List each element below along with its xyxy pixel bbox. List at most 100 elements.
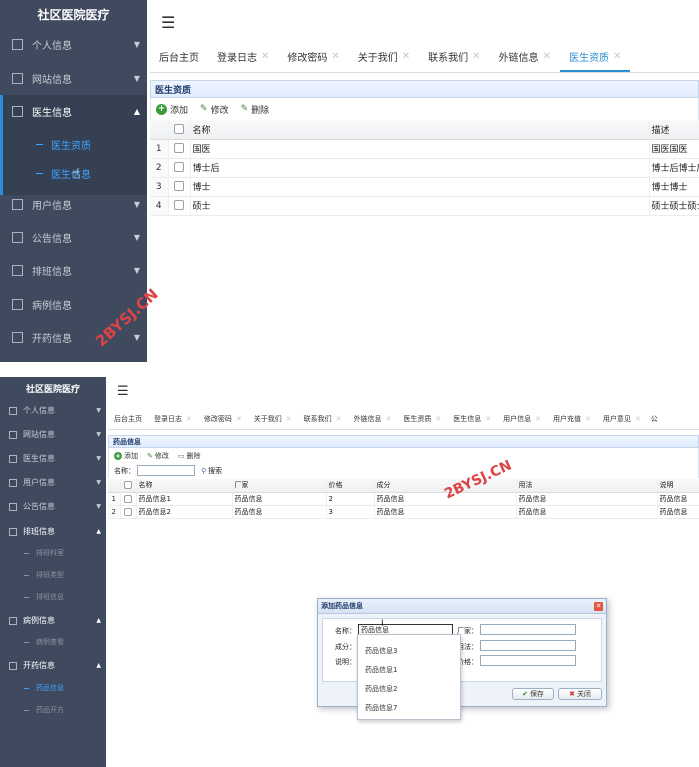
select-all-checkbox[interactable] — [174, 124, 184, 134]
close-icon[interactable]: ✕ — [585, 415, 591, 423]
table-row[interactable]: 2 药品信息2 药品信息 3 药品信息 药品信息 药品信息 — [108, 505, 699, 519]
save-button[interactable]: ✔ 保存 — [512, 688, 554, 700]
close-icon[interactable]: ✕ — [613, 51, 621, 62]
sidebar-item-case[interactable]: 病例信息 ▲ — [9, 615, 101, 626]
tab-about[interactable]: 关于我们 ✕ — [349, 49, 419, 72]
document-icon — [12, 73, 23, 84]
delete-button[interactable]: ✎ 删除 — [241, 103, 270, 116]
sidebar-item-user[interactable]: 用户信息 ▼ — [12, 197, 140, 212]
sidebar-item-personal[interactable]: 个人信息 ▼ — [12, 37, 140, 52]
close-icon[interactable]: ✕ — [435, 415, 441, 423]
factory-input[interactable] — [480, 624, 576, 635]
close-icon[interactable]: ✕ — [261, 51, 269, 62]
data-grid-top: 名称 描述 1 国医 国医国医 2 博士后 博士后博士后 3 博士 博士博士 4… — [150, 120, 699, 216]
sidebar-item-user[interactable]: 用户信息 ▼ — [9, 477, 101, 488]
search-input[interactable] — [137, 465, 195, 476]
dropdown-option[interactable]: 药品信息3 — [365, 646, 397, 656]
sidebar-item-schedule[interactable]: 排班信息 ▼ — [12, 263, 140, 278]
add-button[interactable]: + 添加 — [114, 451, 138, 461]
tab-change-password[interactable]: 修改密码 ✕ — [278, 49, 348, 72]
tab-doctor-info[interactable]: 医生信息 ✕ — [447, 414, 497, 429]
sidebar-item-doctor[interactable]: 医生信息 ▲ — [12, 104, 140, 119]
sidebar-item-doctor[interactable]: 医生信息 ▼ — [9, 453, 101, 464]
tab-login-log[interactable]: 登录日志 ✕ — [148, 414, 198, 429]
sidebar-item-website[interactable]: 网站信息 ▼ — [9, 429, 101, 440]
sidebar-item-personal[interactable]: 个人信息 ▼ — [9, 405, 101, 416]
row-checkbox[interactable] — [124, 507, 132, 516]
close-icon[interactable]: ✕ — [635, 415, 641, 423]
usage-input[interactable] — [480, 640, 576, 651]
close-icon[interactable]: ✕ — [485, 415, 491, 423]
close-button[interactable]: ✖ 关闭 — [558, 688, 602, 700]
submenu-schedule-type[interactable]: 排班类型 — [24, 570, 64, 580]
column-header: 厂家 — [232, 479, 327, 493]
tab-links[interactable]: 外链信息 ✕ — [490, 49, 560, 72]
row-checkbox[interactable] — [124, 494, 132, 503]
row-checkbox[interactable] — [174, 200, 184, 211]
close-icon[interactable]: ✕ — [535, 415, 541, 423]
sidebar-item-website[interactable]: 网站信息 ▼ — [12, 71, 140, 86]
edit-button[interactable]: ✎ 修改 — [147, 451, 169, 461]
close-icon[interactable]: ✕ — [472, 51, 480, 62]
tab-notice[interactable]: 公 — [647, 414, 658, 429]
sidebar-item-notice[interactable]: 公告信息 ▼ — [9, 501, 101, 512]
tab-links[interactable]: 外链信息 ✕ — [348, 414, 398, 429]
submenu-drug-info[interactable]: 药品信息 — [24, 683, 64, 693]
close-icon[interactable]: ✕ — [186, 415, 192, 423]
table-row[interactable]: 1 国医 国医国医 — [150, 139, 699, 159]
dropdown-option[interactable]: 药品信息2 — [365, 684, 397, 694]
edit-button[interactable]: ✎ 修改 — [200, 103, 229, 116]
search-bar: 名称： ⚲ 搜索 — [108, 463, 699, 478]
tab-doctor-qualification[interactable]: 医生资质 ✕ — [397, 414, 447, 429]
table-row[interactable]: 3 博士 博士博士 — [150, 177, 699, 197]
submenu-case-view[interactable]: 病例查看 — [24, 637, 64, 647]
submenu-schedule-dept[interactable]: 排班科室 — [24, 548, 64, 558]
chevron-down-icon: ▼ — [96, 479, 101, 486]
dropdown-option[interactable]: 药品信息7 — [365, 703, 397, 713]
close-icon[interactable]: ✕ — [386, 415, 392, 423]
tab-contact[interactable]: 联系我们 ✕ — [298, 414, 348, 429]
close-icon[interactable]: ✕ — [331, 51, 339, 62]
tab-user-feedback[interactable]: 用户意见 ✕ — [597, 414, 647, 429]
close-icon[interactable]: ✕ — [594, 601, 603, 611]
menu-toggle-icon[interactable]: ☰ — [161, 13, 175, 32]
panel-title: 药品信息 — [108, 435, 699, 448]
tab-home[interactable]: 后台主页 — [150, 49, 208, 72]
submenu-drug-prescribe[interactable]: 药品开方 — [24, 705, 64, 715]
tab-about[interactable]: 关于我们 ✕ — [248, 414, 298, 429]
tab-home[interactable]: 后台主页 — [108, 414, 148, 429]
row-checkbox[interactable] — [174, 162, 184, 173]
close-icon[interactable]: ✕ — [286, 415, 292, 423]
row-checkbox[interactable] — [174, 181, 184, 192]
tab-doctor-qualification[interactable]: 医生资质 ✕ — [559, 49, 631, 72]
tab-login-log[interactable]: 登录日志 ✕ — [208, 49, 278, 72]
submenu-doctor-info[interactable]: 医生信息 — [36, 166, 91, 181]
tab-user-info[interactable]: 用户信息 ✕ — [497, 414, 547, 429]
price-input[interactable] — [480, 655, 576, 666]
table-row[interactable]: 2 博士后 博士后博士后 — [150, 158, 699, 178]
tab-contact[interactable]: 联系我们 ✕ — [419, 49, 489, 72]
column-header: 描述 — [649, 120, 699, 140]
close-icon[interactable]: ✕ — [336, 415, 342, 423]
table-row[interactable]: 4 硕士 硕士硕士硕士 — [150, 196, 699, 216]
tab-change-password[interactable]: 修改密码 ✕ — [198, 414, 248, 429]
sidebar-item-prescription[interactable]: 开药信息 ▲ — [9, 660, 101, 671]
dropdown-option[interactable]: 药品信息1 — [365, 665, 397, 675]
close-icon[interactable]: ✕ — [236, 415, 242, 423]
table-row[interactable]: 1 药品信息1 药品信息 2 药品信息 药品信息 药品信息 — [108, 492, 699, 506]
column-header: 名称 — [190, 120, 650, 140]
tab-user-recharge[interactable]: 用户充值 ✕ — [547, 414, 597, 429]
search-button[interactable]: ⚲ 搜索 — [201, 466, 222, 476]
sidebar-item-notice[interactable]: 公告信息 ▼ — [12, 230, 140, 245]
submenu-schedule-info[interactable]: 排班信息 — [24, 592, 64, 602]
add-button[interactable]: + 添加 — [156, 103, 188, 116]
document-icon — [9, 502, 17, 511]
row-checkbox[interactable] — [174, 143, 184, 154]
delete-button[interactable]: ▭ 删除 — [178, 451, 201, 461]
close-icon[interactable]: ✕ — [543, 51, 551, 62]
menu-toggle-icon[interactable]: ☰ — [117, 384, 129, 399]
sidebar-item-schedule[interactable]: 排班信息 ▲ — [9, 526, 101, 537]
select-all-checkbox[interactable] — [124, 481, 132, 490]
submenu-doctor-qualification[interactable]: 医生资质 — [36, 137, 91, 152]
close-icon[interactable]: ✕ — [402, 51, 410, 62]
